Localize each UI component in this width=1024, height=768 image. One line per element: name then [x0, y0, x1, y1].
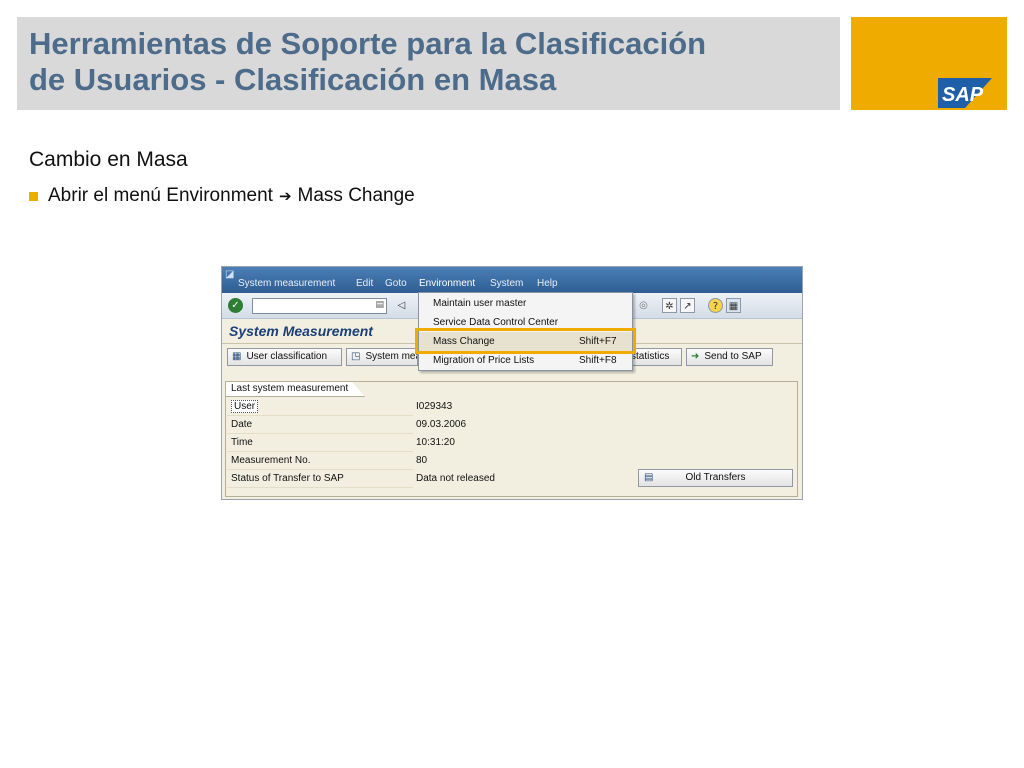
menu-system-measurement[interactable]: System measurement — [238, 278, 335, 289]
send-to-sap-label: Send to SAP — [704, 351, 762, 362]
command-field[interactable]: ▤ — [252, 298, 387, 314]
menu-environment[interactable]: Environment — [419, 278, 475, 289]
back-arrow-icon[interactable]: ◁ — [394, 298, 409, 313]
menu-item-label: Migration of Price Lists — [433, 355, 535, 366]
slide-title: Herramientas de Soporte para la Clasific… — [29, 26, 829, 98]
field-value-time: 10:31:20 — [416, 437, 455, 448]
user-classification-label: User classification — [246, 351, 328, 362]
menu-system[interactable]: System — [490, 278, 523, 289]
slide-title-line-2: de Usuarios - Clasificación en Masa — [29, 62, 557, 97]
group-title: Last system measurement — [225, 381, 366, 397]
screen-title: System Measurement — [229, 323, 373, 339]
document-list-icon: ▤ — [644, 472, 654, 483]
slide-subtitle: Cambio en Masa — [29, 148, 188, 171]
sap-logo-text: SAP — [942, 84, 984, 106]
menu-item-maintain-user-master[interactable]: Maintain user master — [419, 294, 632, 313]
enter-checkmark-icon[interactable]: ✓ — [228, 298, 243, 313]
menu-bar: ◪ System measurement Edit Goto Environme… — [222, 267, 802, 293]
mass-change-highlight-box — [415, 328, 636, 354]
layout-menu-icon[interactable]: ✲ — [662, 298, 677, 313]
table-icon: ▦ — [232, 351, 242, 362]
field-value-date: 09.03.2006 — [416, 419, 467, 430]
send-arrow-icon: ➜ — [691, 351, 700, 362]
arrow-right-icon: ➔ — [278, 187, 292, 205]
measurement-icon: ◳ — [351, 351, 361, 362]
menu-item-label: Service Data Control Center — [433, 317, 559, 328]
statistics-label: statistics — [631, 351, 670, 362]
field-label-date: Date — [227, 416, 413, 434]
help-icon[interactable]: ? — [708, 298, 723, 313]
field-label-time: Time — [227, 434, 413, 452]
field-label-measurement-no: Measurement No. — [227, 452, 413, 470]
bullet-item: Abrir el menú Environment ➔ Mass Change — [29, 185, 415, 207]
last-system-measurement-group: Last system measurement User I029343 Dat… — [225, 381, 798, 497]
user-classification-button[interactable]: ▦ User classification — [227, 348, 342, 366]
field-value-user: I029343 — [416, 401, 453, 412]
field-label-user: User — [227, 398, 413, 416]
system-measurement-button[interactable]: ◳ System measurement — [346, 348, 418, 366]
slide-title-line-1: Herramientas de Soporte para la Clasific… — [29, 26, 707, 61]
bullet-text-suffix: Mass Change — [297, 185, 415, 206]
send-to-sap-button[interactable]: ➜ Send to SAP — [686, 348, 773, 366]
sap-gui-window: ◪ System measurement Edit Goto Environme… — [221, 266, 803, 500]
menu-item-label: Maintain user master — [433, 298, 527, 309]
menu-help[interactable]: Help — [537, 278, 558, 289]
field-label-user-text: User — [231, 400, 259, 413]
bullet-text-prefix: Abrir el menú Environment — [48, 185, 273, 206]
menu-edit[interactable]: Edit — [356, 278, 373, 289]
generate-shortcut-icon[interactable]: ↗ — [680, 298, 695, 313]
menu-goto[interactable]: Goto — [385, 278, 407, 289]
create-session-icon[interactable]: ◎ — [636, 298, 651, 313]
customize-layout-icon[interactable]: ▦ — [726, 298, 741, 313]
sap-logo: SAP — [938, 78, 992, 108]
old-transfers-label: Old Transfers — [685, 472, 746, 483]
bullet-square-icon — [29, 192, 38, 201]
slide-title-box: Herramientas de Soporte para la Clasific… — [17, 17, 840, 110]
field-value-measurement-no: 80 — [416, 455, 428, 466]
statistics-button[interactable]: statistics — [628, 348, 682, 366]
field-value-transfer-status: Data not released — [416, 473, 495, 484]
system-measurement-label: System measurement — [365, 351, 417, 362]
command-input[interactable] — [253, 299, 371, 313]
command-history-icon[interactable]: ▤ — [375, 300, 384, 310]
sap-logo-box: SAP — [851, 17, 1007, 110]
old-transfers-button[interactable]: ▤ Old Transfers — [638, 469, 793, 487]
system-menu-icon[interactable]: ◪ — [225, 269, 234, 280]
field-label-transfer-status: Status of Transfer to SAP — [227, 470, 413, 488]
